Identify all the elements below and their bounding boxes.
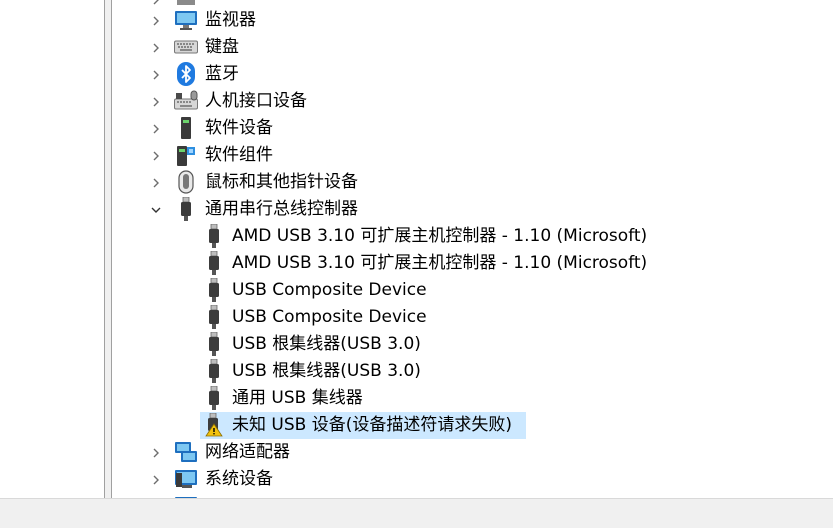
tree-item-usb-device[interactable]: USB Composite Device xyxy=(112,304,833,331)
device-tree[interactable]: 监视器 键盘 蓝牙 人机接口设备 软件设备 软件组件 鼠标和其他指针设备 通用串… xyxy=(112,0,833,498)
tree-item-keyboards[interactable]: 键盘 xyxy=(112,34,833,61)
tree-item-monitors[interactable]: 监视器 xyxy=(112,7,833,34)
tree-item-usb-device[interactable]: 通用 USB 集线器 xyxy=(112,385,833,412)
tree-item-label: USB Composite Device xyxy=(232,280,427,300)
left-pane xyxy=(0,0,104,498)
usb-plug-icon xyxy=(202,305,226,329)
tree-item-usb-device[interactable]: USB 根集线器(USB 3.0) xyxy=(112,331,833,358)
bluetooth-icon xyxy=(174,62,198,86)
tree-item-label: AMD USB 3.10 可扩展主机控制器 - 1.10 (Microsoft) xyxy=(232,253,648,273)
usb-controller-icon xyxy=(174,197,198,221)
tree-item-label: 监视器 xyxy=(205,10,256,30)
tree-item-label: 系统设备 xyxy=(205,469,273,489)
network-adapter-icon xyxy=(174,440,198,464)
usb-plug-icon xyxy=(202,278,226,302)
tree-item-label: 通用串行总线控制器 xyxy=(205,199,358,219)
tree-item-software-devices[interactable]: 软件设备 xyxy=(112,115,833,142)
tree-item-label: 网络适配器 xyxy=(205,442,290,462)
chevron-right-icon[interactable] xyxy=(147,7,165,34)
tree-item-unknown-usb-device[interactable]: 未知 USB 设备(设备描述符请求失败) xyxy=(200,412,526,439)
chevron-right-icon[interactable] xyxy=(147,169,165,196)
usb-plug-icon xyxy=(202,386,226,410)
tree-item-label: 蓝牙 xyxy=(205,64,239,84)
tree-item-usb-device[interactable]: USB 根集线器(USB 3.0) xyxy=(112,358,833,385)
chevron-right-icon[interactable] xyxy=(147,439,165,466)
tree-item-label: USB 根集线器(USB 3.0) xyxy=(232,361,421,381)
tree-item-usb-device[interactable]: AMD USB 3.10 可扩展主机控制器 - 1.10 (Microsoft) xyxy=(112,250,833,277)
software-component-icon xyxy=(174,143,198,167)
system-devices-icon xyxy=(174,467,198,491)
tree-item-label: 键盘 xyxy=(205,37,239,57)
usb-plug-icon xyxy=(202,332,226,356)
usb-plug-icon xyxy=(202,224,226,248)
software-device-icon xyxy=(174,116,198,140)
tree-item-mice[interactable]: 鼠标和其他指针设备 xyxy=(112,169,833,196)
tree-item-label: 人机接口设备 xyxy=(205,91,307,111)
tree-item-label: USB 根集线器(USB 3.0) xyxy=(232,334,421,354)
chevron-right-icon[interactable] xyxy=(147,466,165,493)
tree-item-label: 鼠标和其他指针设备 xyxy=(205,172,358,192)
chevron-right-icon[interactable] xyxy=(147,34,165,61)
tree-item-network-adapters[interactable]: 网络适配器 xyxy=(112,439,833,466)
usb-plug-icon xyxy=(202,359,226,383)
chevron-right-icon[interactable] xyxy=(147,88,165,115)
tree-item-usb-controllers[interactable]: 通用串行总线控制器 xyxy=(112,196,833,223)
status-bar xyxy=(0,498,833,528)
tree-item-usb-device[interactable]: USB Composite Device xyxy=(112,277,833,304)
chevron-right-icon[interactable] xyxy=(147,115,165,142)
tree-item-label: 软件设备 xyxy=(205,118,273,138)
hid-icon xyxy=(174,89,198,113)
monitor-icon xyxy=(174,8,198,32)
tree-item-software-components[interactable]: 软件组件 xyxy=(112,142,833,169)
tree-item-label: 未知 USB 设备(设备描述符请求失败) xyxy=(232,415,512,435)
tree-item-hid[interactable]: 人机接口设备 xyxy=(112,88,833,115)
usb-warning-icon xyxy=(202,413,226,437)
chevron-right-icon[interactable] xyxy=(147,61,165,88)
tree-item-label: 软件组件 xyxy=(205,145,273,165)
tree-item-usb-device[interactable]: AMD USB 3.10 可扩展主机控制器 - 1.10 (Microsoft) xyxy=(112,223,833,250)
tree-item-label: 通用 USB 集线器 xyxy=(232,388,363,408)
tree-item-label: AMD USB 3.10 可扩展主机控制器 - 1.10 (Microsoft) xyxy=(232,226,648,246)
usb-plug-icon xyxy=(202,251,226,275)
tree-item-system-devices[interactable]: 系统设备 xyxy=(112,466,833,493)
chevron-right-icon[interactable] xyxy=(147,142,165,169)
tree-item-bluetooth[interactable]: 蓝牙 xyxy=(112,61,833,88)
tree-item-label: USB Composite Device xyxy=(232,307,427,327)
chevron-down-icon[interactable] xyxy=(147,196,165,223)
keyboard-icon xyxy=(174,35,198,59)
mouse-icon xyxy=(174,170,198,194)
